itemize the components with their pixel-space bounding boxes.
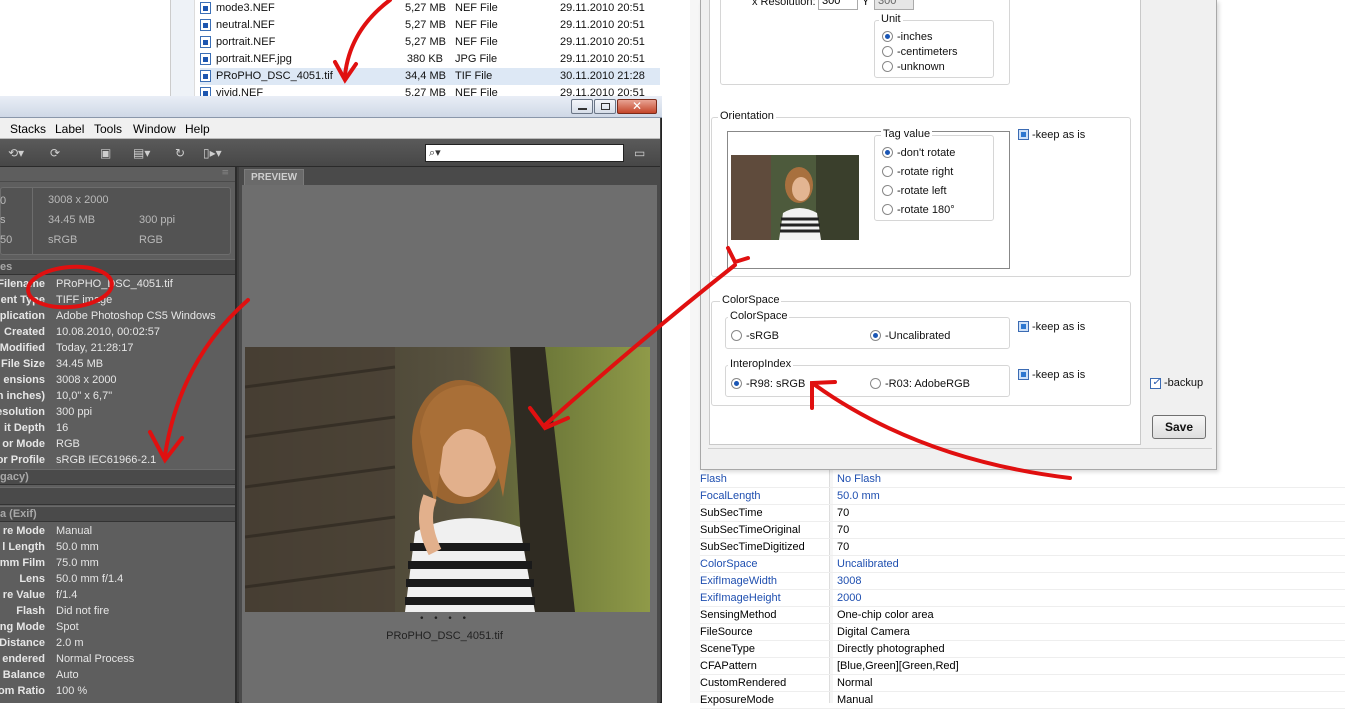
arrow-to-color-profile: [163, 298, 250, 457]
red-annotation-arrows: [26, 0, 1072, 480]
arrow-to-r98: [813, 383, 1072, 480]
circle-around-tiff: [26, 264, 114, 310]
arrow-to-tif-file: [343, 0, 392, 77]
arrow-photo-to-thumbnail: [543, 263, 737, 427]
